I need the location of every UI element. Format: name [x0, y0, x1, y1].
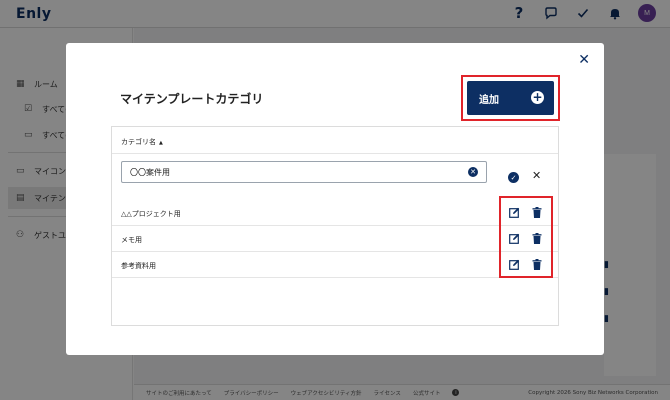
row-actions-highlight [499, 196, 553, 278]
add-button-label: 追加 [479, 94, 499, 106]
plus-circle-icon: + [531, 90, 544, 104]
modal-title: マイテンプレートカテゴリ [120, 92, 264, 106]
sort-ascending-icon: ▲ [159, 140, 163, 146]
category-name: メモ用 [121, 236, 142, 244]
clear-icon[interactable]: ✕ [468, 167, 478, 177]
category-edit-field: ✕ [121, 161, 487, 183]
cancel-icon[interactable]: ✕ [532, 169, 541, 182]
column-header-label: カテゴリ名 [121, 138, 156, 146]
column-header-category-name[interactable]: カテゴリ名 ▲ [121, 137, 163, 147]
table-row: 参考資料用 [112, 252, 558, 278]
category-name-input[interactable] [122, 162, 462, 182]
add-button-highlight: 追加 + [461, 75, 560, 121]
close-icon[interactable]: ✕ [578, 53, 590, 67]
header-divider [112, 153, 558, 154]
table-row: メモ用 [112, 226, 558, 252]
confirm-check-icon[interactable]: ✓ [508, 172, 519, 183]
add-button[interactable]: 追加 + [467, 81, 554, 115]
category-name: 参考資料用 [121, 262, 156, 270]
category-table: カテゴリ名▲ ✕ ✓ ✕ △△プロジェクト用 メモ用 参考資料用 [111, 126, 559, 326]
category-name: △△プロジェクト用 [121, 210, 181, 218]
category-modal: ✕ マイテンプレートカテゴリ 追加 + カテゴリ名▲ ✕ ✓ ✕ △△プロジェク… [66, 43, 604, 355]
table-row: △△プロジェクト用 [112, 200, 558, 226]
